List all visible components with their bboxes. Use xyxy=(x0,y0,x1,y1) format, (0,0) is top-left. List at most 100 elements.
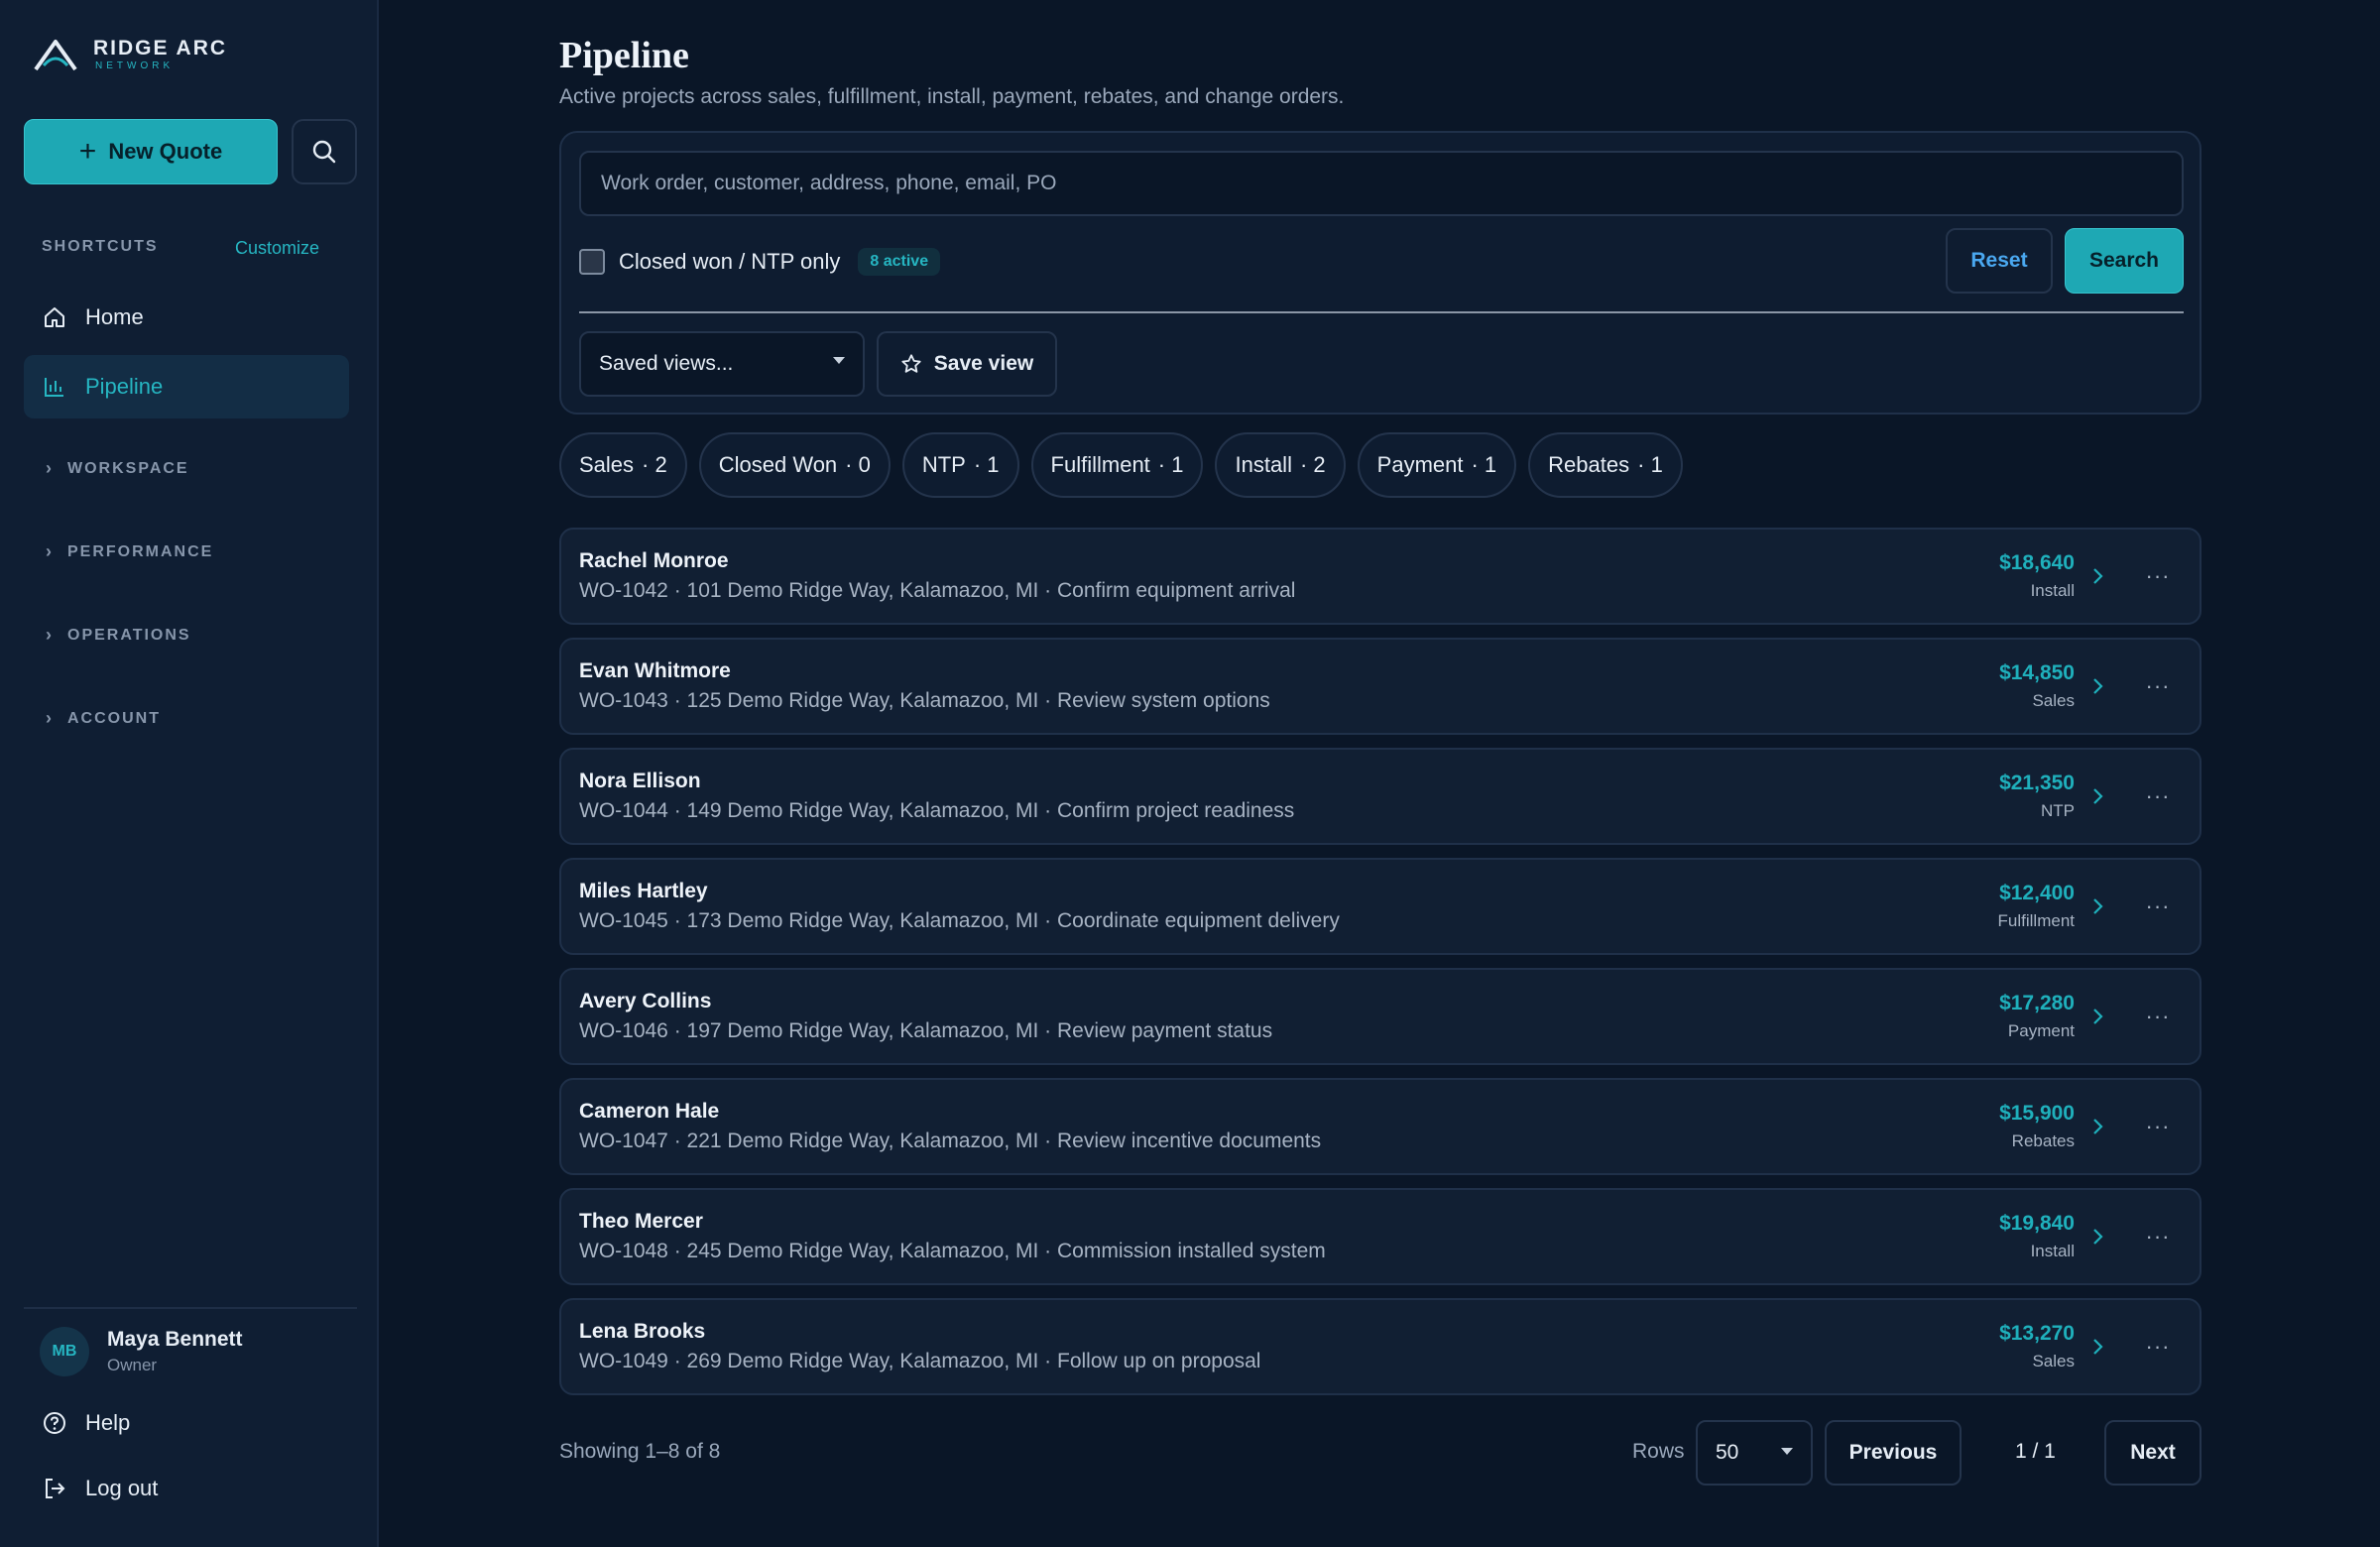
project-row[interactable]: Cameron Hale WO-1047 · 221 Demo Ridge Wa… xyxy=(559,1078,2202,1175)
more-options-icon[interactable]: ··· xyxy=(2140,779,2176,813)
reset-button[interactable]: Reset xyxy=(1946,228,2053,294)
sidebar-item-pipeline[interactable]: Pipeline xyxy=(24,355,349,418)
previous-button[interactable]: Previous xyxy=(1825,1420,1962,1486)
sidebar-section-account[interactable]: › ACCOUNT xyxy=(46,708,161,729)
chip-closed-won[interactable]: Closed Won · 0 xyxy=(698,432,891,498)
filter-panel: Closed won / NTP only 8 active Reset Sea… xyxy=(559,131,2202,415)
project-row[interactable]: Avery Collins WO-1046 · 197 Demo Ridge W… xyxy=(559,968,2202,1065)
chip-install[interactable]: Install · 2 xyxy=(1215,432,1346,498)
chevron-right-icon[interactable] xyxy=(2090,561,2106,591)
project-row[interactable]: Nora Ellison WO-1044 · 149 Demo Ridge Wa… xyxy=(559,748,2202,845)
project-amount: $17,280 xyxy=(1999,992,2075,1014)
logout-link[interactable]: Log out xyxy=(42,1476,158,1501)
search-button[interactable]: Search xyxy=(2065,228,2184,294)
more-options-icon[interactable]: ··· xyxy=(2140,1000,2176,1033)
home-icon xyxy=(42,304,67,330)
chevron-right-icon: › xyxy=(46,541,54,561)
chip-rebates[interactable]: Rebates · 1 xyxy=(1528,432,1683,498)
sidebar-section-operations[interactable]: › OPERATIONS xyxy=(46,625,191,646)
logout-icon xyxy=(42,1476,67,1501)
avatar: MB xyxy=(40,1327,89,1376)
closed-won-label[interactable]: Closed won / NTP only xyxy=(619,249,840,275)
help-link[interactable]: Help xyxy=(42,1410,130,1436)
project-row[interactable]: Miles Hartley WO-1045 · 173 Demo Ridge W… xyxy=(559,858,2202,955)
chip-count: · 1 xyxy=(1157,452,1184,477)
chip-label: Sales xyxy=(579,452,635,477)
saved-views-label: Saved views... xyxy=(599,352,734,375)
more-options-icon[interactable]: ··· xyxy=(2140,1110,2176,1143)
chevron-right-icon[interactable] xyxy=(2090,781,2106,811)
project-row[interactable]: Lena Brooks WO-1049 · 269 Demo Ridge Way… xyxy=(559,1298,2202,1395)
sidebar-item-label: Home xyxy=(85,304,144,329)
saved-views-select[interactable]: Saved views... xyxy=(579,331,865,397)
chip-count: · 2 xyxy=(1299,452,1326,477)
sidebar-section-workspace[interactable]: › WORKSPACE xyxy=(46,458,189,479)
project-stage: Payment xyxy=(2007,1021,2075,1040)
chip-fulfillment[interactable]: Fulfillment · 1 xyxy=(1030,432,1204,498)
chip-payment[interactable]: Payment · 1 xyxy=(1357,432,1517,498)
customer-name: Rachel Monroe xyxy=(579,549,729,572)
chip-count: · 1 xyxy=(973,452,1000,477)
project-detail: WO-1045 · 173 Demo Ridge Way, Kalamazoo,… xyxy=(579,909,1340,932)
help-label: Help xyxy=(85,1410,131,1435)
new-quote-button[interactable]: + New Quote xyxy=(24,119,278,184)
sidebar-search-button[interactable] xyxy=(292,119,357,184)
new-quote-label: New Quote xyxy=(108,139,223,164)
customer-name: Lena Brooks xyxy=(579,1320,706,1343)
bar-chart-icon xyxy=(42,374,67,400)
project-row[interactable]: Evan Whitmore WO-1043 · 125 Demo Ridge W… xyxy=(559,638,2202,735)
section-label: WORKSPACE xyxy=(67,459,189,477)
star-icon xyxy=(901,354,921,373)
chevron-right-icon[interactable] xyxy=(2090,892,2106,921)
user-name: Maya Bennett xyxy=(107,1328,243,1351)
active-count-badge: 8 active xyxy=(858,248,941,276)
project-detail: WO-1044 · 149 Demo Ridge Way, Kalamazoo,… xyxy=(579,799,1295,822)
section-label: ACCOUNT xyxy=(67,709,161,727)
project-stage: Fulfillment xyxy=(1997,911,2075,930)
closed-won-checkbox[interactable] xyxy=(579,249,605,275)
chip-ntp[interactable]: NTP · 1 xyxy=(901,432,1019,498)
next-button[interactable]: Next xyxy=(2104,1420,2202,1486)
project-row[interactable]: Rachel Monroe WO-1042 · 101 Demo Ridge W… xyxy=(559,528,2202,625)
customize-link[interactable]: Customize xyxy=(235,238,319,259)
shortcuts-label: SHORTCUTS xyxy=(42,238,159,255)
project-amount: $15,900 xyxy=(1999,1102,2075,1125)
rows-per-page-value: 50 xyxy=(1716,1441,1739,1464)
page-indicator: 1 / 1 xyxy=(2015,1440,2056,1463)
save-view-button[interactable]: Save view xyxy=(877,331,1057,397)
chevron-down-icon xyxy=(1781,1448,1793,1455)
more-options-icon[interactable]: ··· xyxy=(2140,1330,2176,1364)
project-detail: WO-1048 · 245 Demo Ridge Way, Kalamazoo,… xyxy=(579,1240,1326,1262)
project-stage: Install xyxy=(2030,1242,2075,1260)
brand-logo[interactable]: RIDGE ARC NETWORK xyxy=(32,36,227,73)
more-options-icon[interactable]: ··· xyxy=(2140,669,2176,703)
chip-label: Install xyxy=(1235,452,1292,477)
chip-sales[interactable]: Sales · 2 xyxy=(559,432,687,498)
chevron-right-icon[interactable] xyxy=(2090,1332,2106,1362)
search-icon xyxy=(312,140,336,164)
project-row[interactable]: Theo Mercer WO-1048 · 245 Demo Ridge Way… xyxy=(559,1188,2202,1285)
user-role: Owner xyxy=(107,1356,158,1374)
chevron-right-icon[interactable] xyxy=(2090,1002,2106,1031)
pipeline-search-input[interactable] xyxy=(579,151,2184,216)
project-stage: Sales xyxy=(2032,691,2075,710)
chevron-right-icon[interactable] xyxy=(2090,671,2106,701)
rows-per-page-select[interactable]: 50 xyxy=(1696,1420,1813,1486)
project-stage: Install xyxy=(2030,581,2075,600)
project-list: Rachel Monroe WO-1042 · 101 Demo Ridge W… xyxy=(559,528,2202,1408)
more-options-icon[interactable]: ··· xyxy=(2140,1220,2176,1253)
project-amount: $19,840 xyxy=(1999,1212,2075,1235)
more-options-icon[interactable]: ··· xyxy=(2140,559,2176,593)
chevron-right-icon[interactable] xyxy=(2090,1112,2106,1141)
sidebar-item-home[interactable]: Home xyxy=(24,286,349,349)
chevron-right-icon: › xyxy=(46,625,54,645)
chevron-right-icon: › xyxy=(46,708,54,728)
project-amount: $13,270 xyxy=(1999,1322,2075,1345)
chip-count: · 2 xyxy=(642,452,667,477)
sidebar-section-performance[interactable]: › PERFORMANCE xyxy=(46,541,213,562)
chevron-right-icon[interactable] xyxy=(2090,1222,2106,1251)
project-stage: Sales xyxy=(2032,1352,2075,1370)
customer-name: Miles Hartley xyxy=(579,880,708,902)
user-profile[interactable]: MB Maya Bennett Owner xyxy=(40,1327,243,1376)
more-options-icon[interactable]: ··· xyxy=(2140,890,2176,923)
